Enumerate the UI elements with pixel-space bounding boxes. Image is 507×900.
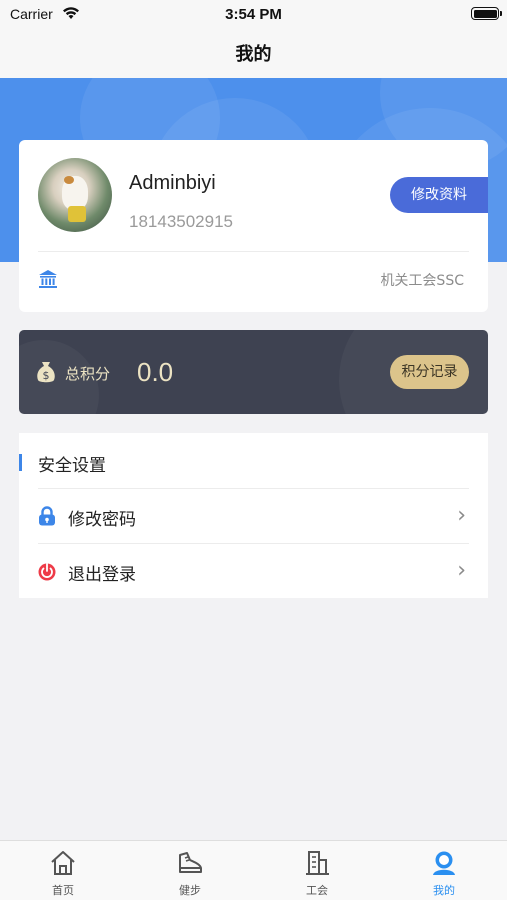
logout-item[interactable]: 退出登录 ›	[19, 544, 488, 598]
edit-profile-button[interactable]: 修改资料	[390, 177, 488, 213]
points-card: $ 总积分 0.0 积分记录	[19, 330, 488, 414]
building-icon	[306, 851, 329, 875]
divider	[38, 251, 469, 252]
tab-mine[interactable]: 我的	[381, 841, 507, 900]
power-icon	[38, 563, 56, 581]
status-bar: Carrier 3:54 PM	[0, 0, 507, 28]
shoe-icon	[179, 852, 202, 873]
change-password-item[interactable]: 修改密码 ›	[19, 489, 488, 543]
points-history-button[interactable]: 积分记录	[390, 355, 469, 389]
total-points-label: 总积分	[65, 365, 111, 383]
tab-walking[interactable]: 健步	[127, 841, 253, 900]
tab-bar: 首页 健步 工会 我的	[0, 840, 507, 900]
home-icon	[51, 851, 75, 875]
tab-label: 首页	[52, 884, 74, 897]
tab-label: 我的	[433, 884, 455, 897]
change-password-label: 修改密码	[68, 510, 136, 530]
security-settings-card: 安全设置 修改密码 › 退出登录 ›	[19, 433, 488, 598]
tab-home[interactable]: 首页	[0, 841, 126, 900]
organization-name: 机关工会SSC	[380, 273, 464, 289]
lock-icon	[39, 506, 55, 526]
money-bag-icon: $	[37, 362, 55, 383]
logout-label: 退出登录	[68, 565, 136, 585]
chevron-right-icon: ›	[457, 503, 466, 528]
total-points-value: 0.0	[137, 357, 174, 387]
tab-union[interactable]: 工会	[254, 841, 380, 900]
tab-label: 工会	[306, 884, 328, 897]
tab-label: 健步	[179, 884, 201, 897]
svg-text:$: $	[43, 369, 50, 382]
section-title: 安全设置	[38, 456, 106, 476]
page-title: 我的	[235, 44, 272, 65]
username: Adminbiyi	[129, 172, 216, 194]
user-icon	[433, 851, 455, 875]
section-accent-bar	[19, 454, 22, 471]
battery-icon	[471, 7, 502, 20]
clock: 3:54 PM	[225, 6, 282, 23]
profile-card: Adminbiyi 18143502915 修改资料 机关工会SSC	[19, 140, 488, 312]
institution-icon	[39, 270, 57, 288]
chevron-right-icon: ›	[457, 558, 466, 583]
phone-number: 18143502915	[129, 212, 234, 231]
avatar[interactable]	[38, 158, 112, 232]
navigation-bar: 我的	[0, 28, 507, 78]
